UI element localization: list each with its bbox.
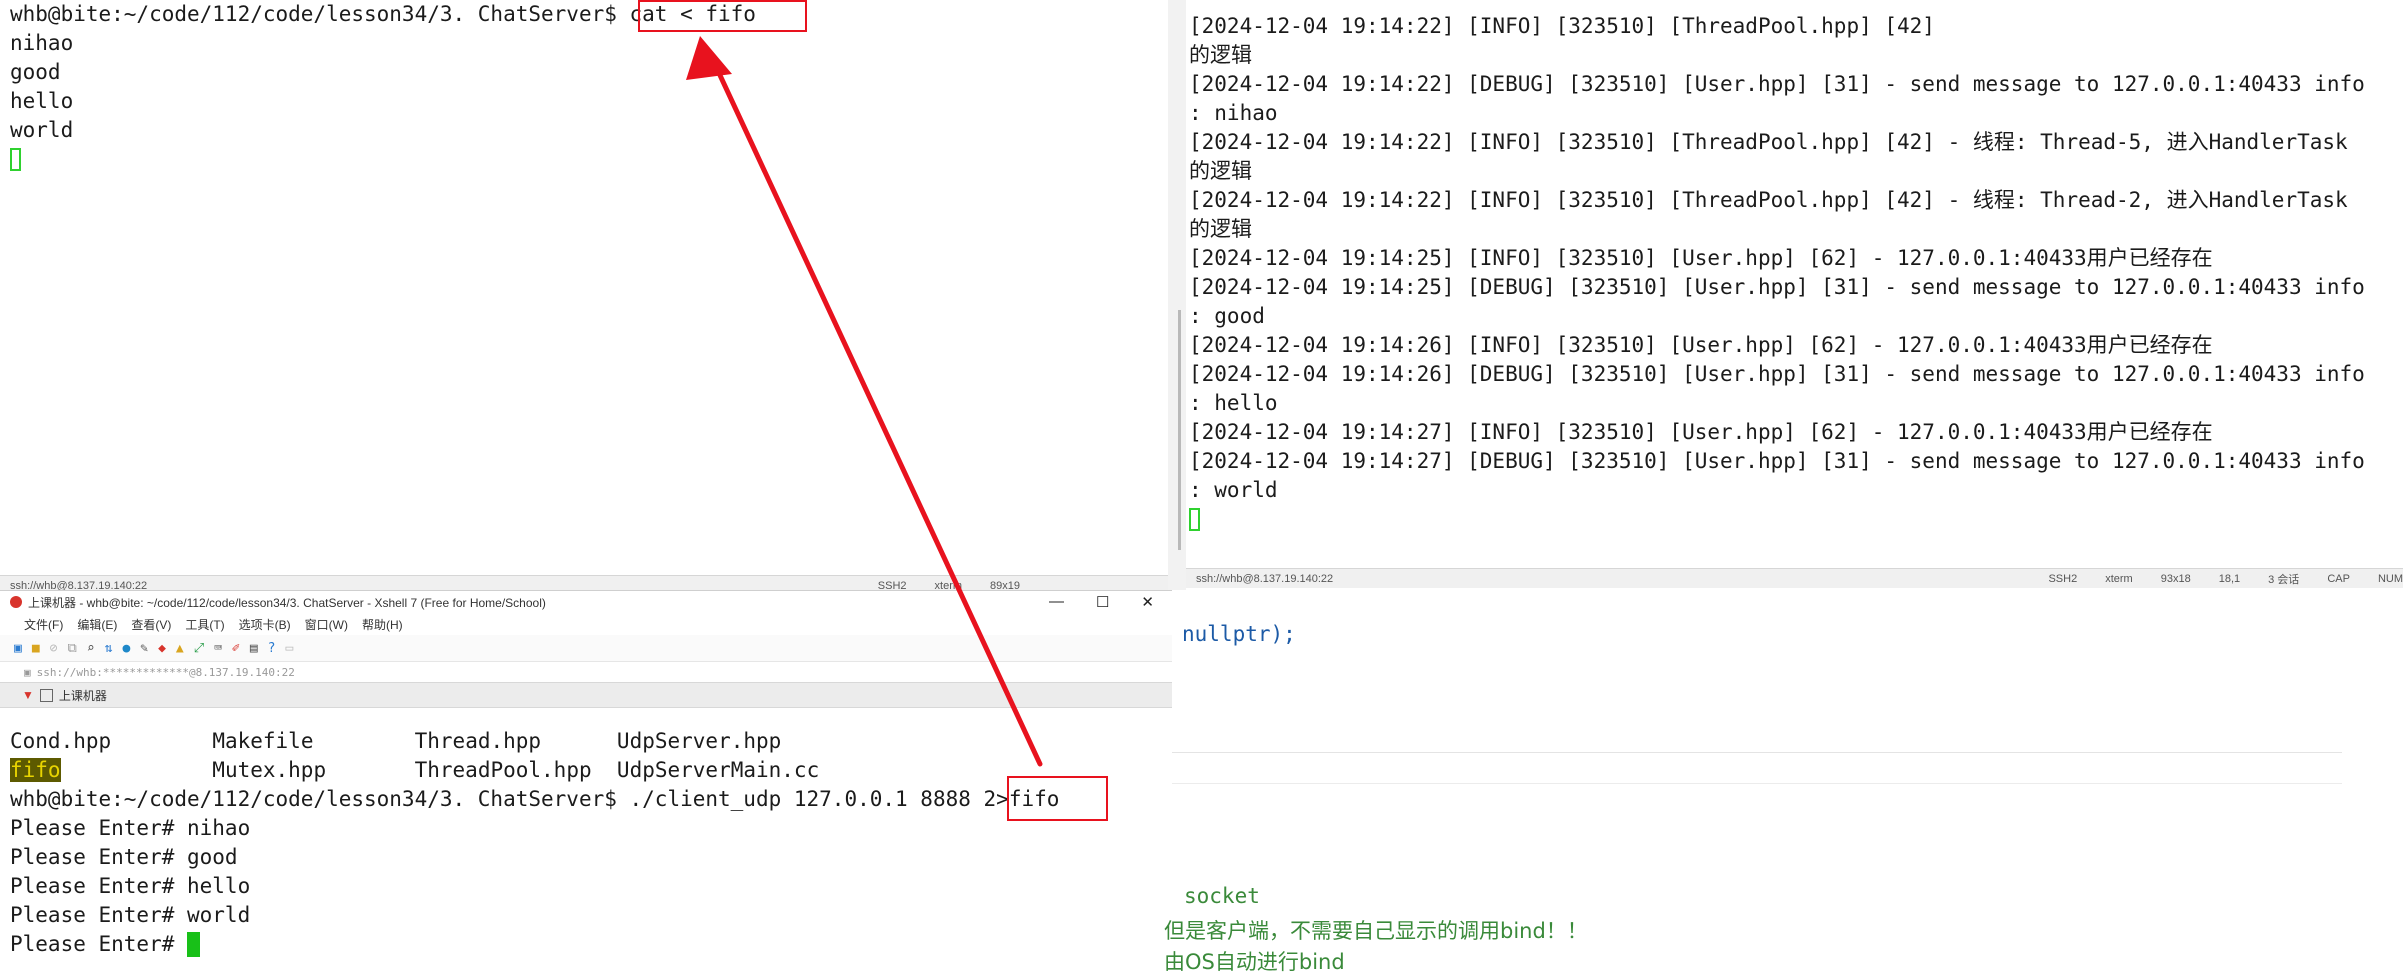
annotation-arrow (686, 36, 1043, 767)
arrow-head-icon (686, 36, 732, 80)
arrow-shaft (709, 55, 1043, 767)
